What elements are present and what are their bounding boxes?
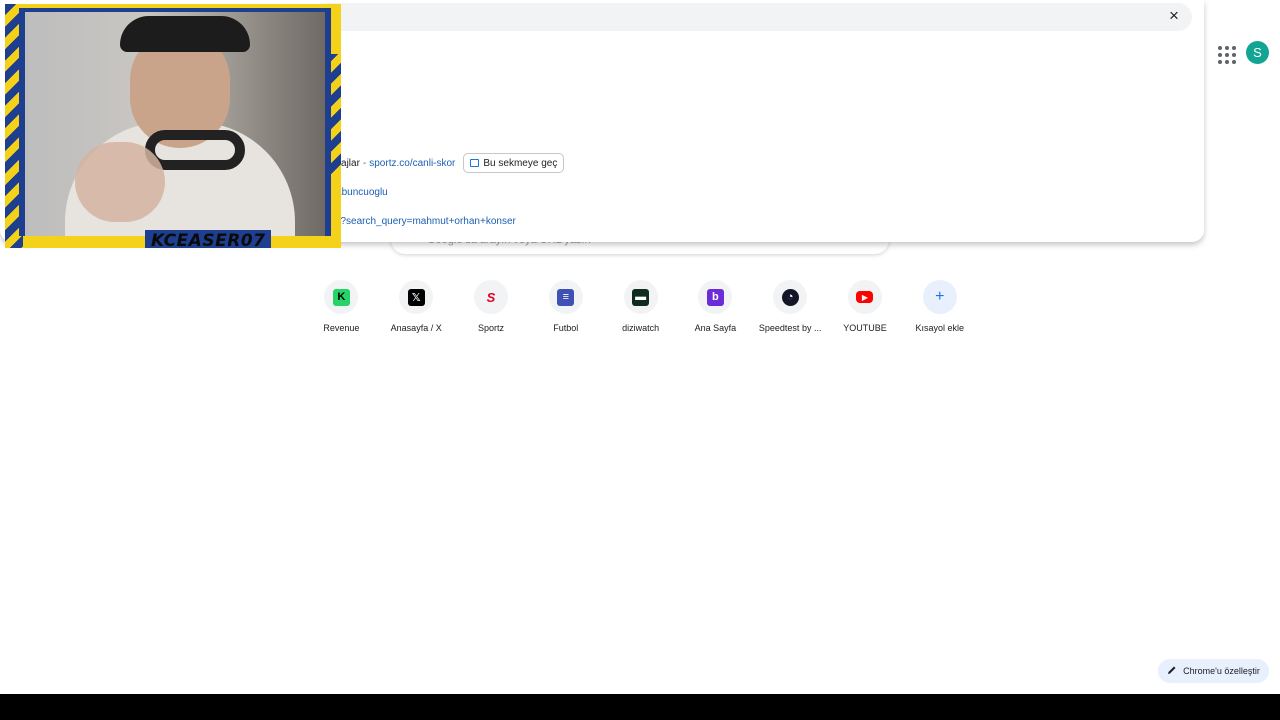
suggestion-row[interactable]: ...lı Mesajlar - sportz.co/canli-skor Bu… <box>306 152 565 174</box>
shortcut-tile-circle: b <box>698 280 733 314</box>
apps-grid-icon[interactable] <box>1213 41 1237 65</box>
shortcut-label: Anasayfa / X <box>390 323 442 333</box>
shortcut-tile[interactable]: ≡ Futbol <box>528 280 603 333</box>
shortcut-label: YOUTUBE <box>843 323 887 333</box>
shortcut-label: diziwatch <box>622 323 660 333</box>
shortcut-tile[interactable]: ◔ Speedtest by ... <box>753 280 828 333</box>
futbol-logo-icon: ≡ <box>557 288 575 306</box>
shortcuts-row: K Revenue 𝕏 Anasayfa / X S Sportz ≡ Futbol ▬ dizi… <box>304 280 977 333</box>
sportz-logo-icon: S <box>486 289 496 305</box>
x-logo-icon: 𝕏 <box>407 288 425 306</box>
webcam-channel-label: KCEASER07 <box>145 230 272 248</box>
taskbar-strip <box>0 694 1280 720</box>
suggestion-separator: - <box>362 157 367 169</box>
shortcut-tile[interactable]: + Kısayol ekle <box>902 280 977 333</box>
shortcut-label: Ana Sayfa <box>694 323 737 333</box>
suggestion-url: sportz.co/canli-skor <box>369 157 456 169</box>
shortcut-label: Speedtest by ... <box>758 323 822 333</box>
shortcut-tile[interactable]: S Sportz <box>454 280 529 333</box>
shortcut-label: Kısayol ekle <box>915 323 965 333</box>
shortcut-tile-circle: + <box>922 280 957 314</box>
shortcut-tile-circle: ▶ <box>847 280 882 314</box>
omnibox-input[interactable] <box>310 3 1192 31</box>
k-logo-icon: K <box>332 288 350 306</box>
webcam-overlay: KCEASER07 <box>5 4 341 248</box>
customize-chrome-button[interactable]: Chrome'u özelleştir <box>1158 659 1269 683</box>
shortcut-tile-circle: 𝕏 <box>399 280 434 314</box>
shortcut-tile-circle: S <box>473 280 508 314</box>
close-icon[interactable]: × <box>1164 6 1184 26</box>
shortcut-tile-circle: ◔ <box>773 280 808 314</box>
switch-to-tab-button[interactable]: Bu sekmeye geç <box>463 153 565 173</box>
plus-icon: + <box>935 288 945 305</box>
shortcut-tile[interactable]: ▶ YOUTUBE <box>828 280 903 333</box>
person-cap <box>120 16 250 52</box>
switch-to-tab-label: Bu sekmeye geç <box>483 157 558 169</box>
shortcut-label: Revenue <box>323 323 360 333</box>
shortcut-tile-circle: K <box>324 280 359 314</box>
shortcut-tile[interactable]: b Ana Sayfa <box>678 280 753 333</box>
shortcut-tile[interactable]: 𝕏 Anasayfa / X <box>379 280 454 333</box>
shortcut-tile-circle: ▬ <box>623 280 658 314</box>
customize-chrome-label: Chrome'u özelleştir <box>1183 666 1260 676</box>
youtube-logo-icon: ▶ <box>856 291 874 303</box>
pencil-icon <box>1167 665 1177 677</box>
shortcut-label: Sportz <box>477 323 504 333</box>
speedtest-logo-icon: ◔ <box>781 288 799 306</box>
tab-icon <box>470 159 480 167</box>
shortcut-tile[interactable]: K Revenue <box>304 280 379 333</box>
diziwatch-logo-icon: ▬ <box>632 288 650 306</box>
new-tab-page: S Google'da arayın veya URL yazın KReven… <box>0 0 1280 694</box>
person-hand <box>75 142 165 222</box>
shortcut-label: Futbol <box>553 323 579 333</box>
shortcut-tile[interactable]: ▬ diziwatch <box>603 280 678 333</box>
shortcut-tile-circle: ≡ <box>548 280 583 314</box>
profile-avatar[interactable]: S <box>1246 41 1269 64</box>
webcam-video <box>25 12 325 236</box>
beinconnect-logo-icon: b <box>706 288 724 306</box>
